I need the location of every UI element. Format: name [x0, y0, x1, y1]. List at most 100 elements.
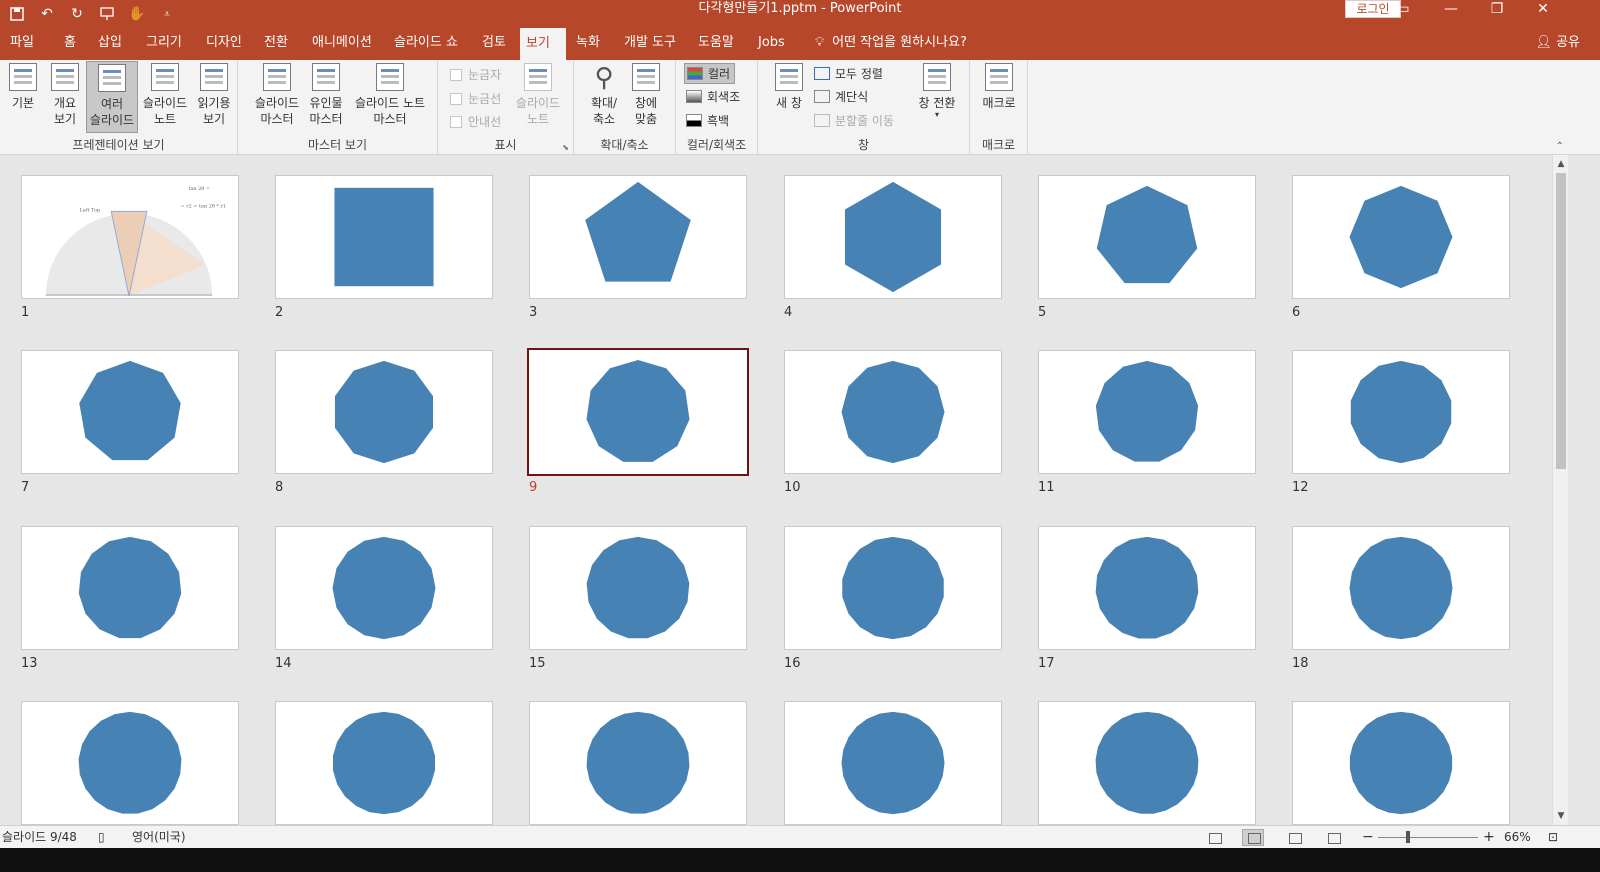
vertical-scrollbar[interactable]: ▲ ▼	[1552, 155, 1568, 825]
reading-view-button[interactable]: 읽기용 보기	[192, 63, 236, 133]
dialog-launcher-icon[interactable]: ⬊	[562, 143, 569, 152]
collapse-ribbon-icon[interactable]: ⌃	[1556, 141, 1564, 152]
new-window-button[interactable]: 새 창	[770, 63, 808, 133]
gridlines-checkbox[interactable]: 눈금선	[450, 90, 501, 107]
slide-master-button[interactable]: 슬라이드 마스터	[250, 63, 304, 133]
tell-me-box[interactable]: 💡︎ 어떤 작업을 원하시나요?	[815, 28, 967, 60]
slide-thumbnail[interactable]	[21, 350, 239, 474]
tab-file[interactable]: 파일	[4, 28, 40, 60]
notes-toggle-button[interactable]: 슬라이드 노트	[510, 63, 566, 133]
slide-thumbnail[interactable]	[21, 701, 239, 825]
tab-animations[interactable]: 애니메이션	[306, 28, 378, 60]
fit-label-2: 맞춤	[634, 112, 658, 126]
tab-slideshow[interactable]: 슬라이드 쇼	[388, 28, 464, 60]
color-button[interactable]: 컬러	[684, 63, 736, 84]
slideshow-status-button[interactable]	[1322, 829, 1344, 846]
slide-thumbnail[interactable]	[275, 701, 493, 825]
tab-review[interactable]: 검토	[476, 28, 512, 60]
slide-thumbnail[interactable]	[275, 350, 493, 474]
tab-draw[interactable]: 그리기	[140, 28, 188, 60]
slide-thumbnail[interactable]	[1038, 526, 1256, 650]
spelling-icon[interactable]: ▯	[98, 826, 105, 849]
scroll-up-icon[interactable]: ▲	[1553, 157, 1569, 171]
zoom-level[interactable]: 66%	[1504, 826, 1531, 849]
tab-design[interactable]: 디자인	[200, 28, 248, 60]
slide-thumbnail[interactable]	[784, 175, 1002, 299]
macros-button[interactable]: 매크로	[978, 63, 1020, 133]
scroll-thumb[interactable]	[1556, 173, 1566, 469]
slide-thumbnail[interactable]	[1292, 701, 1510, 825]
share-button[interactable]: 👤︎ 공유	[1535, 28, 1580, 60]
slide-thumbnail[interactable]	[784, 701, 1002, 825]
title-bar: ↶ ↻ ✋ ⩡ 다각형만들기1.pptm - PowerPoint 로그인 ▭ …	[0, 0, 1600, 28]
zoom-in-icon[interactable]: +	[1483, 826, 1495, 849]
slide-thumbnail[interactable]	[21, 526, 239, 650]
polygon-shape	[334, 360, 434, 464]
language-indicator[interactable]: 영어(미국)	[132, 826, 186, 849]
slide-thumbnail[interactable]	[1038, 175, 1256, 299]
ribbon-display-options-icon[interactable]: ▭	[1380, 0, 1426, 22]
slide-thumbnail[interactable]	[1038, 350, 1256, 474]
zoom-slider[interactable]	[1378, 837, 1478, 838]
slide-thumbnail[interactable]: tan 2θ = = r2 = tan 2θ * r1 Left Top	[21, 175, 239, 299]
slide-thumbnail[interactable]	[529, 701, 747, 825]
tab-transitions[interactable]: 전환	[258, 28, 294, 60]
tab-insert[interactable]: 삽입	[92, 28, 128, 60]
close-icon[interactable]: ✕	[1520, 0, 1566, 22]
slide-preview	[841, 711, 945, 815]
ribbon-tabs: 파일 홈 삽입 그리기 디자인 전환 애니메이션 슬라이드 쇼 검토 보기 녹화…	[0, 28, 1600, 60]
switch-windows-label: 창 전환	[918, 96, 956, 110]
reading-view-status-button[interactable]	[1283, 829, 1305, 846]
slide-thumbnail[interactable]	[1292, 350, 1510, 474]
zoom-button[interactable]: ⚲ 확대/ 축소	[584, 63, 624, 133]
slide-thumbnail[interactable]	[527, 348, 749, 476]
tab-help[interactable]: 도움말	[692, 28, 740, 60]
slide-thumbnail[interactable]	[275, 526, 493, 650]
normal-view-button[interactable]: 기본	[4, 63, 42, 131]
slide-thumbnail[interactable]	[275, 175, 493, 299]
ruler-checkbox[interactable]: 눈금자	[450, 66, 501, 83]
tab-view[interactable]: 보기	[520, 28, 566, 60]
slide-thumbnail[interactable]	[529, 526, 747, 650]
black-white-button[interactable]: 흑백	[686, 112, 729, 129]
tab-jobs[interactable]: Jobs	[752, 28, 791, 60]
cascade-button[interactable]: 계단식	[814, 88, 868, 105]
tab-home[interactable]: 홈	[58, 28, 82, 60]
slide-sorter-button[interactable]: 여러 슬라이드	[86, 61, 138, 133]
scroll-down-icon[interactable]: ▼	[1553, 809, 1569, 823]
outline-view-button[interactable]: 개요 보기	[46, 63, 84, 133]
guides-checkbox[interactable]: 안내선	[450, 113, 501, 130]
slide-sorter-area: tan 2θ = = r2 = tan 2θ * r1 Left Top 1 2 3 4 5…	[0, 155, 1552, 825]
slide-number: 14	[275, 656, 292, 671]
slide-thumbnail[interactable]	[1292, 175, 1510, 299]
tab-developer[interactable]: 개발 도구	[618, 28, 682, 60]
slide-thumbnail[interactable]	[1292, 526, 1510, 650]
notes-page-button[interactable]: 슬라이드 노트	[140, 63, 190, 133]
slide-thumbnail[interactable]	[784, 350, 1002, 474]
notes-master-icon	[376, 63, 404, 91]
zoom-slider-thumb[interactable]	[1406, 831, 1410, 843]
fit-to-window-button[interactable]: 창에 맞춤	[626, 63, 666, 133]
slide-thumbnail[interactable]	[784, 526, 1002, 650]
slide-number: 5	[1038, 305, 1047, 320]
cascade-label: 계단식	[835, 90, 869, 104]
slide-number: 13	[21, 656, 38, 671]
slide-thumbnail[interactable]	[1038, 701, 1256, 825]
tab-record[interactable]: 녹화	[570, 28, 606, 60]
guides-checkbox-box	[450, 115, 462, 128]
zoom-out-icon[interactable]: −	[1362, 826, 1374, 849]
restore-icon[interactable]: ❐	[1474, 0, 1520, 22]
slide-thumbnail[interactable]	[529, 175, 747, 299]
slide-preview	[332, 536, 436, 640]
move-split-button[interactable]: 분할줄 이동	[814, 112, 894, 129]
switch-windows-icon	[923, 63, 951, 91]
normal-view-status-button[interactable]	[1203, 829, 1225, 846]
minimize-icon[interactable]: —	[1428, 0, 1474, 22]
switch-windows-button[interactable]: 창 전환 ▾	[912, 63, 962, 133]
grayscale-button[interactable]: 회색조	[686, 88, 740, 105]
handout-master-button[interactable]: 유인물 마스터	[304, 63, 348, 133]
arrange-all-button[interactable]: 모두 정렬	[814, 65, 883, 82]
fit-slide-icon[interactable]: ⊡	[1548, 826, 1558, 849]
slide-sorter-status-button[interactable]	[1242, 829, 1264, 846]
notes-master-button[interactable]: 슬라이드 노트 마스터	[348, 63, 432, 133]
